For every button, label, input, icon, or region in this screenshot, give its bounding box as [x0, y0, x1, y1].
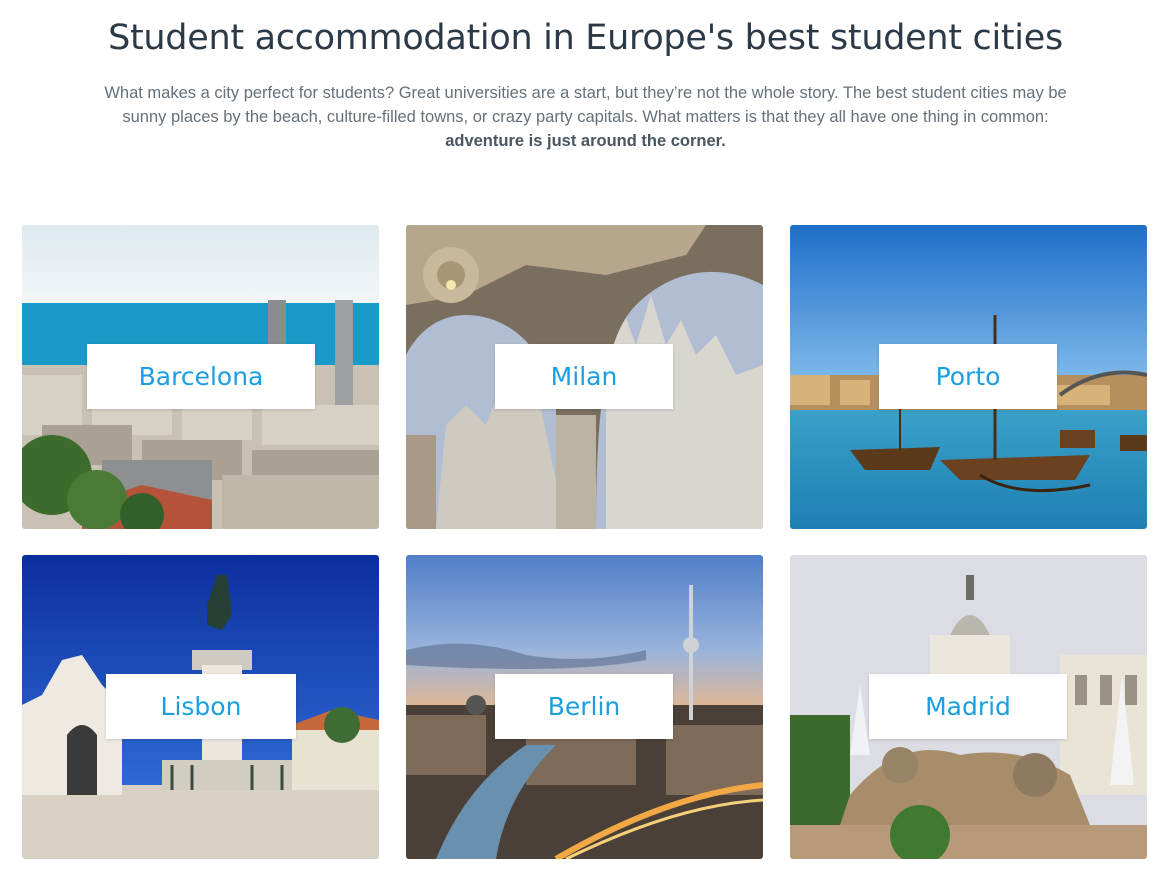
intro-emphasis: adventure is just around the corner. [445, 132, 726, 150]
city-name-berlin[interactable]: Berlin [548, 692, 621, 721]
page-title: Student accommodation in Europe's best s… [108, 18, 1063, 58]
city-name-porto[interactable]: Porto [936, 362, 1001, 391]
city-card-madrid[interactable]: Madrid [790, 555, 1147, 859]
city-label-box[interactable]: Barcelona [87, 344, 315, 409]
city-label-box[interactable]: Madrid [869, 674, 1067, 739]
city-card-milan[interactable]: Milan [406, 225, 763, 529]
city-card-berlin[interactable]: Berlin [406, 555, 763, 859]
city-card-lisbon[interactable]: Lisbon [22, 555, 379, 859]
city-name-lisbon[interactable]: Lisbon [161, 692, 242, 721]
intro-text: What makes a city perfect for students? … [104, 84, 1067, 126]
city-label-box[interactable]: Berlin [495, 674, 673, 739]
city-label-box[interactable]: Porto [879, 344, 1057, 409]
city-name-madrid[interactable]: Madrid [925, 692, 1011, 721]
city-name-barcelona[interactable]: Barcelona [139, 362, 264, 391]
city-label-box[interactable]: Lisbon [106, 674, 296, 739]
city-label-box[interactable]: Milan [495, 344, 673, 409]
city-name-milan[interactable]: Milan [551, 362, 618, 391]
intro-paragraph: What makes a city perfect for students? … [92, 81, 1079, 153]
city-card-porto[interactable]: Porto [790, 225, 1147, 529]
city-card-barcelona[interactable]: Barcelona [22, 225, 379, 529]
